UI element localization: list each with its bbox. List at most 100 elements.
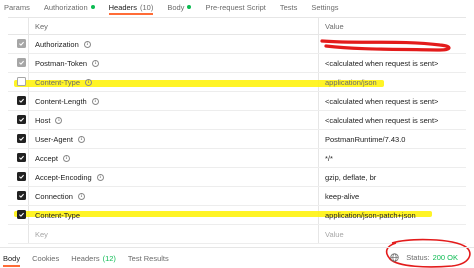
tab-body-label: Body (167, 2, 185, 12)
header-key[interactable]: Content-Length i (35, 97, 99, 106)
response-tab-test-results[interactable]: Test Results (122, 248, 175, 268)
header-value[interactable]: PostmanRuntime/7.43.0 (325, 135, 405, 144)
table-row: Host i <calculated when request is sent> (8, 111, 466, 130)
header-key[interactable]: User-Agent i (35, 135, 85, 144)
tab-params[interactable]: Params (0, 0, 37, 14)
header-value[interactable]: */* (325, 154, 333, 163)
value-column-header: Value (325, 22, 344, 31)
table-row: Accept i */* (8, 149, 466, 168)
response-tab-cookies-label: Cookies (32, 253, 60, 263)
table-row: Accept-Encoding i gzip, deflate, br (8, 168, 466, 187)
row-checkbox[interactable] (17, 96, 26, 105)
info-icon[interactable]: i (77, 193, 85, 200)
row-checkbox[interactable] (17, 77, 26, 86)
info-icon[interactable]: i (85, 79, 93, 86)
response-tab-body[interactable]: Body (0, 248, 26, 268)
header-value[interactable]: gzip, deflate, br (325, 173, 376, 182)
row-checkbox[interactable] (17, 115, 26, 124)
key-column-header: Key (35, 22, 48, 31)
new-header-row: Key Value (8, 225, 466, 244)
header-key-text: User-Agent (35, 135, 73, 144)
table-row: Postman-Token i <calculated when request … (8, 54, 466, 73)
row-checkbox[interactable] (17, 210, 26, 219)
checkmark-icon (19, 193, 24, 198)
status-value: 200 OK (432, 252, 458, 262)
tab-headers-count: (10) (139, 2, 154, 12)
row-checkbox[interactable] (17, 153, 26, 162)
table-row: Content-Type i application/json (8, 73, 466, 92)
header-value[interactable]: <calculated when request is sent> (325, 97, 438, 106)
info-icon[interactable]: i (91, 98, 99, 105)
row-checkbox[interactable] (17, 191, 26, 200)
checkmark-icon (19, 60, 24, 65)
header-value[interactable]: application/json (325, 78, 377, 87)
checkmark-icon (19, 212, 24, 217)
header-value[interactable]: <calculated when request is sent> (325, 59, 438, 68)
row-checkbox[interactable] (17, 58, 26, 67)
response-headers-count: (12) (102, 253, 116, 263)
tab-headers[interactable]: Headers (10) (102, 0, 161, 15)
response-tab-headers[interactable]: Headers (12) (65, 248, 122, 268)
checkmark-icon (19, 98, 24, 103)
header-value[interactable]: application/json-patch+json (325, 211, 416, 220)
tab-authorization-label: Authorization (43, 2, 88, 12)
tab-body[interactable]: Body (160, 0, 198, 14)
checkmark-icon (19, 41, 24, 46)
table-row: Content-Length i <calculated when request… (8, 92, 466, 111)
row-checkbox[interactable] (17, 172, 26, 181)
new-key-input[interactable]: Key (35, 230, 48, 239)
response-tab-test-results-label: Test Results (127, 253, 169, 263)
table-row: User-Agent i PostmanRuntime/7.43.0 (8, 130, 466, 149)
info-icon[interactable]: i (92, 60, 100, 67)
response-tab-headers-label: Headers (71, 253, 100, 263)
header-key-text: Content-Type (35, 78, 81, 87)
header-key-text: Content-Type (35, 211, 81, 220)
header-key[interactable]: Content-Type (35, 211, 80, 220)
checkmark-icon (19, 155, 24, 160)
globe-icon (390, 252, 399, 262)
response-status[interactable]: Status: 200 OK (390, 250, 458, 264)
header-key[interactable]: Host i (35, 116, 63, 125)
response-tab-cookies[interactable]: Cookies (26, 248, 65, 268)
row-checkbox[interactable] (17, 134, 26, 143)
status-label: Status: (406, 252, 430, 262)
header-value[interactable]: <calculated when request is sent> (325, 116, 438, 125)
header-key[interactable]: Accept i (35, 154, 70, 163)
table-row: Connection i keep-alive (8, 187, 466, 206)
status-dot-icon (187, 5, 192, 9)
info-icon[interactable]: i (96, 174, 104, 181)
tab-headers-label: Headers (108, 2, 137, 12)
header-key-text: Accept (35, 154, 58, 163)
info-icon[interactable]: i (83, 41, 91, 48)
header-key-text: Authorization (35, 40, 79, 49)
tab-settings[interactable]: Settings (304, 0, 345, 14)
header-key-text: Postman-Token (35, 59, 88, 68)
checkmark-icon (19, 174, 24, 179)
tab-settings-label: Settings (311, 2, 339, 12)
checkmark-icon (19, 136, 24, 141)
header-value[interactable]: keep-alive (325, 192, 359, 201)
table-row: Authorization i (8, 35, 466, 54)
header-key[interactable]: Accept-Encoding i (35, 173, 104, 182)
table-row: Content-Type application/json-patch+json (8, 206, 466, 225)
headers-table: Key Value Authorization i Postman-Token i … (8, 17, 466, 244)
header-key-text: Host (35, 116, 51, 125)
header-key[interactable]: Content-Type i (35, 78, 93, 87)
new-value-input[interactable]: Value (325, 230, 344, 239)
tab-pre-request-script[interactable]: Pre-request Script (198, 0, 272, 14)
header-key[interactable]: Connection i (35, 192, 85, 201)
tab-tests[interactable]: Tests (273, 0, 305, 14)
info-icon[interactable]: i (62, 155, 70, 162)
header-key[interactable]: Postman-Token i (35, 59, 100, 68)
info-icon[interactable]: i (55, 117, 63, 124)
header-key-text: Connection (35, 192, 73, 201)
header-key[interactable]: Authorization i (35, 40, 91, 49)
status-dot-icon (90, 5, 95, 9)
info-icon[interactable]: i (77, 136, 85, 143)
tab-authorization[interactable]: Authorization (37, 0, 102, 14)
response-tab-body-label: Body (3, 253, 21, 263)
row-checkbox[interactable] (17, 39, 26, 48)
tab-params-label: Params (4, 2, 30, 12)
request-tabs: Params Authorization Headers (10) Body Pr… (0, 0, 474, 15)
header-key-text: Accept-Encoding (35, 173, 92, 182)
